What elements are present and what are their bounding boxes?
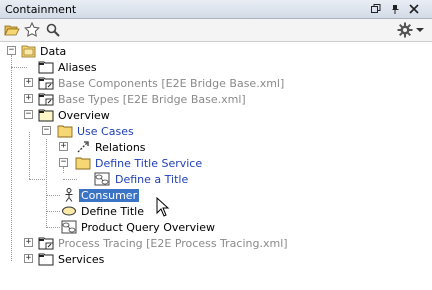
linked-package-icon [38, 93, 54, 106]
expand-toggle[interactable]: + [24, 78, 33, 87]
tree-item-label: Aliases [58, 60, 97, 74]
tree-item-label: Base Components [E2E Bridge Base.xml] [58, 76, 285, 90]
tree-item-product-query-overview[interactable]: Product Query Overview [0, 219, 300, 235]
tree-item-label: Overview [58, 108, 110, 122]
collapse-toggle[interactable]: − [24, 110, 33, 119]
restore-icon[interactable] [369, 2, 383, 16]
expand-toggle[interactable]: + [59, 142, 68, 151]
collapse-toggle[interactable]: − [7, 46, 16, 55]
tree-item-define-title[interactable]: Define Title [0, 203, 300, 219]
folder-icon [57, 125, 73, 138]
expand-toggle[interactable]: + [24, 238, 33, 247]
search-icon[interactable] [45, 22, 61, 38]
panel-title: Containment [5, 3, 77, 16]
diagram-icon [61, 220, 77, 234]
tree-item-relations[interactable]: + Relations [0, 139, 300, 155]
tree-item-label: Services [58, 252, 105, 266]
tree-item-label: Process Tracing [E2E Process Tracing.xml… [58, 236, 288, 250]
tree-item-aliases[interactable]: Aliases [0, 59, 300, 75]
pin-icon[interactable] [388, 2, 402, 16]
tree-item-define-a-title[interactable]: Define a Title [0, 171, 300, 187]
relations-icon [77, 141, 89, 153]
folder-icon [75, 157, 91, 170]
chevron-down-icon[interactable] [415, 22, 425, 38]
package-open-icon [21, 45, 36, 58]
tree-item-label: Use Cases [77, 124, 134, 138]
collapse-toggle[interactable]: − [59, 158, 68, 167]
panel-titlebar: Containment [0, 0, 432, 19]
tree-item-label: Base Types [E2E Bridge Base.xml] [58, 92, 246, 106]
tree-item-label: Product Query Overview [81, 220, 215, 234]
tree-item-define-title-service[interactable]: − Define Title Service [0, 155, 300, 171]
tree-item-label: Data [40, 44, 67, 58]
tree-item-label: Define Title [81, 204, 144, 218]
tree-item-use-cases[interactable]: − Use Cases [0, 123, 300, 139]
tree-item-label: Define a Title [115, 172, 189, 186]
close-icon[interactable] [407, 2, 421, 16]
tree-item-overview[interactable]: − Overview [0, 107, 300, 123]
tree-item-base-components[interactable]: + Base Components [E2E Bridge Base.xml] [0, 75, 330, 91]
gear-icon[interactable] [397, 22, 413, 38]
tree-item-label: Define Title Service [95, 156, 203, 170]
package-icon [38, 109, 54, 122]
tree-item-label: Relations [95, 140, 146, 154]
linked-package-icon [38, 77, 54, 90]
tree-item-consumer[interactable]: Consumer [0, 187, 300, 203]
expand-toggle[interactable]: + [24, 254, 33, 263]
open-folder-icon[interactable] [4, 22, 20, 38]
diagram-icon [94, 172, 110, 186]
actor-icon [65, 188, 73, 202]
tree-item-label: Consumer [79, 188, 140, 202]
expand-toggle[interactable]: + [24, 94, 33, 103]
mouse-cursor-icon [156, 197, 170, 217]
containment-tree: − Data Aliases + Base Components [E2E Br… [0, 42, 432, 290]
toolbar [0, 19, 432, 42]
use-case-icon [62, 206, 76, 216]
package-icon [38, 61, 54, 74]
package-icon [38, 253, 54, 266]
linked-package-icon [38, 237, 54, 250]
tree-item-data[interactable]: − Data [0, 43, 300, 59]
tree-item-services[interactable]: + Services [0, 251, 300, 267]
tree-item-base-types[interactable]: + Base Types [E2E Bridge Base.xml] [0, 91, 330, 107]
star-icon[interactable] [24, 22, 40, 38]
collapse-toggle[interactable]: − [42, 126, 51, 135]
tree-item-process-tracing[interactable]: + Process Tracing [E2E Process Tracing.x… [0, 235, 330, 251]
